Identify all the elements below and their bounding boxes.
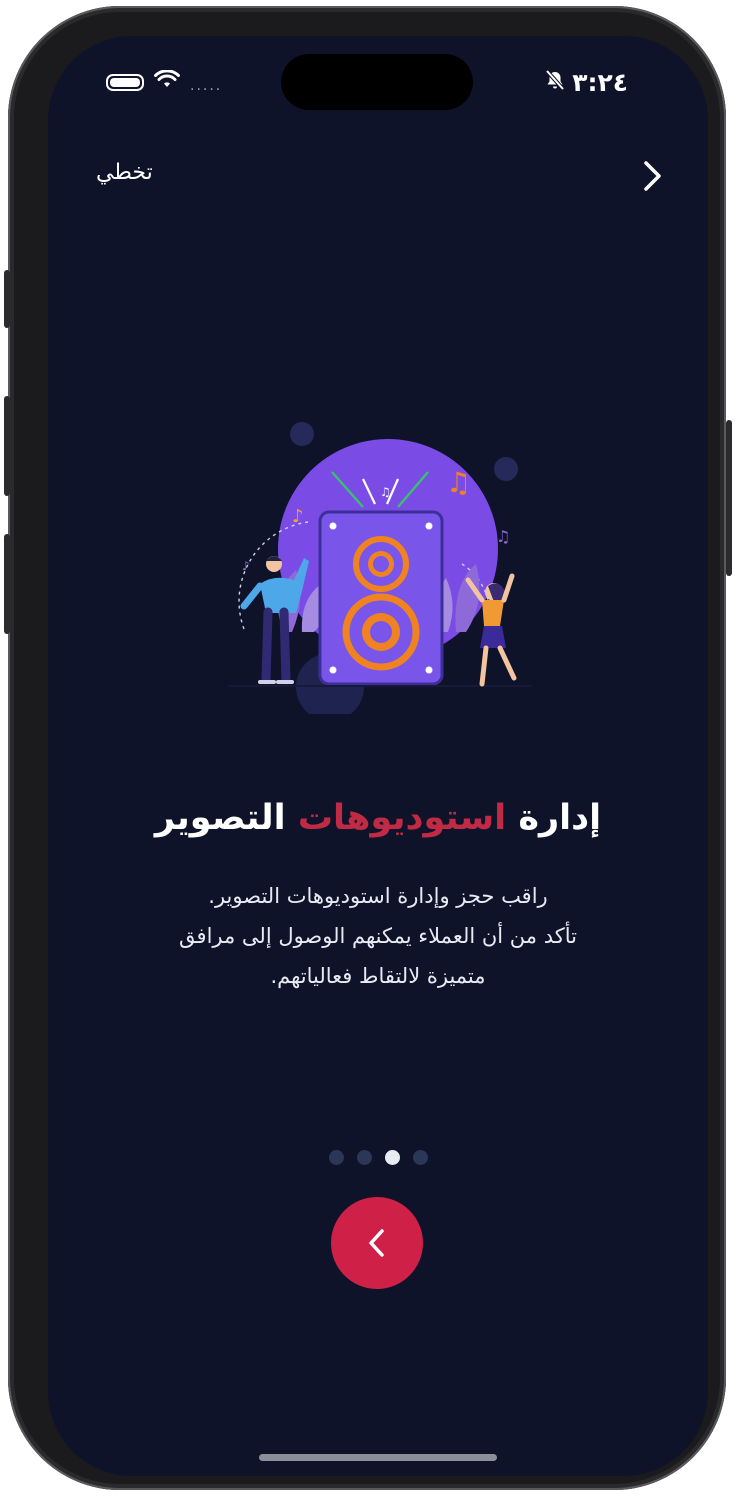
- next-top-button[interactable]: [632, 156, 672, 196]
- status-bar-right: ٣:٢٤: [544, 64, 628, 100]
- dynamic-island: [281, 54, 473, 110]
- pagination-dots: [48, 1150, 708, 1165]
- skip-button[interactable]: تخطي: [96, 156, 153, 189]
- title-accent: استوديوهات: [297, 798, 507, 838]
- battery-icon: [106, 73, 144, 91]
- volume-down-button: [4, 534, 10, 634]
- pagination-dot[interactable]: [412, 1150, 428, 1165]
- svg-text:♫: ♫: [446, 466, 471, 499]
- action-button: [4, 270, 10, 328]
- title-part2: التصوير: [154, 798, 286, 838]
- slide-description: راقب حجز وإدارة استوديوهات التصوير. تأكد…: [108, 876, 648, 996]
- status-time: ٣:٢٤: [572, 67, 628, 97]
- phone-frame: ..... ٣:٢٤ تخطي ♪ ♫ ♫ ♫ ♪ إدارة استوديوه…: [8, 6, 726, 1490]
- description-line-1: راقب حجز وإدارة استوديوهات التصوير.: [208, 884, 548, 908]
- svg-text:♪: ♪: [292, 506, 304, 527]
- slide-title: إدارة استوديوهات التصوير: [48, 798, 708, 838]
- description-line-3: متميزة لالتقاط فعالياتهم.: [270, 964, 486, 988]
- volume-up-button: [4, 396, 10, 496]
- chevron-left-icon: [369, 1229, 384, 1257]
- svg-text:♫: ♫: [496, 527, 510, 546]
- speaker-dancers-illustration: ♪ ♫ ♫ ♫ ♪: [228, 422, 532, 714]
- chevron-right-icon: [644, 161, 661, 191]
- wifi-icon: [154, 69, 180, 94]
- svg-text:♫: ♫: [380, 485, 391, 499]
- pagination-dot[interactable]: [356, 1150, 372, 1165]
- svg-text:♪: ♪: [242, 559, 250, 573]
- title-part1: إدارة: [518, 798, 602, 838]
- pagination-dot[interactable]: [328, 1150, 344, 1165]
- app-screen: ..... ٣:٢٤ تخطي ♪ ♫ ♫ ♫ ♪ إدارة استوديوه…: [48, 36, 708, 1476]
- power-button: [726, 420, 732, 576]
- pagination-dot-active[interactable]: [384, 1150, 400, 1165]
- bell-slash-icon: [544, 68, 566, 97]
- status-bar-left: .....: [106, 64, 222, 100]
- next-button[interactable]: [331, 1197, 423, 1289]
- home-indicator[interactable]: [259, 1454, 497, 1461]
- carrier-signal: .....: [190, 78, 223, 94]
- description-line-2: تأكد من أن العملاء يمكنهم الوصول إلى مرا…: [179, 924, 577, 948]
